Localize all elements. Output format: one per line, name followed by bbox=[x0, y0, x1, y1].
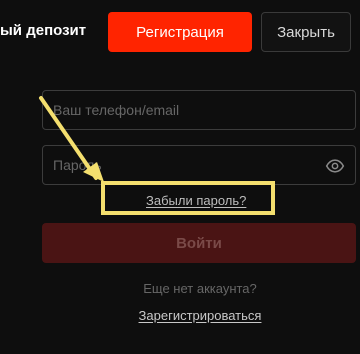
login-input[interactable] bbox=[43, 91, 355, 129]
password-input[interactable] bbox=[43, 146, 355, 184]
login-field-container bbox=[42, 90, 356, 130]
forgot-password-link[interactable]: Забыли пароль? bbox=[146, 193, 246, 208]
login-panel: ый депозит Регистрация Закрыть Забыли па… bbox=[0, 0, 360, 354]
signup-link[interactable]: Зарегистрироваться bbox=[0, 308, 360, 323]
promo-text: ый депозит bbox=[0, 22, 87, 39]
close-button[interactable]: Закрыть bbox=[261, 12, 351, 52]
password-field-container bbox=[42, 145, 356, 185]
no-account-text: Еще нет аккаунта? bbox=[143, 281, 257, 296]
eye-icon[interactable] bbox=[325, 156, 345, 176]
register-button[interactable]: Регистрация bbox=[108, 12, 252, 52]
login-button[interactable]: Войти bbox=[42, 223, 356, 263]
